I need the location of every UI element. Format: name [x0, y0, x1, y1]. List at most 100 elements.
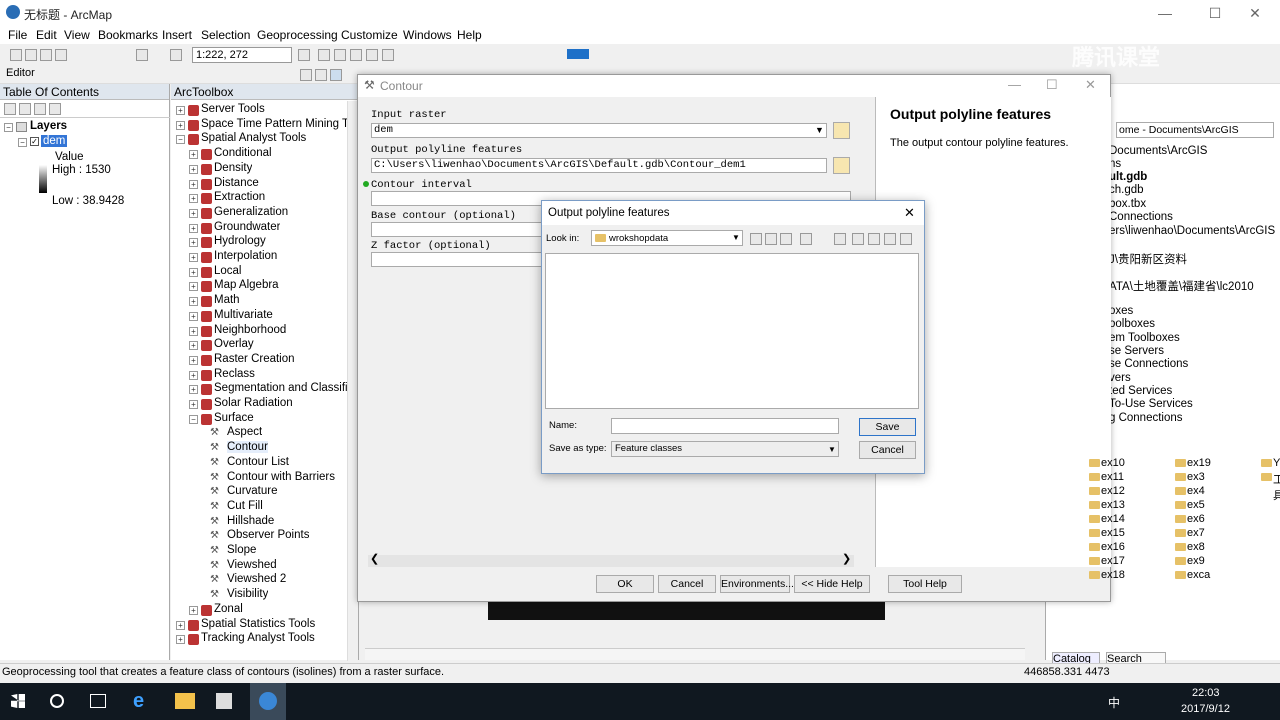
save-dialog-close-button[interactable]: ✕	[904, 205, 915, 221]
add-data-icon[interactable]	[170, 49, 182, 61]
scale-input[interactable]: 1:222, 272	[192, 47, 292, 63]
toolbox-expand-icon[interactable]: +	[189, 150, 198, 160]
folder-item[interactable]: ex15	[1101, 527, 1125, 539]
layers-label[interactable]: Layers	[30, 120, 67, 132]
start-icon[interactable]	[11, 694, 25, 708]
toolbox-expand-icon[interactable]: +	[189, 253, 198, 262]
ok-button[interactable]: OK	[596, 575, 654, 593]
folder-item[interactable]: ex10	[1101, 457, 1125, 469]
clock-date[interactable]: 2017/9/12	[1181, 703, 1230, 715]
up-folder-icon[interactable]	[750, 233, 762, 245]
catalog-item[interactable]: Connections	[1109, 211, 1173, 223]
arctoolbox-icon[interactable]	[366, 49, 378, 61]
toolbox-expand-icon[interactable]: +	[189, 370, 198, 380]
open-icon[interactable]	[25, 49, 37, 61]
toolbox-item[interactable]: Extraction	[214, 191, 265, 203]
catalog-item[interactable]: J\贵阳新区资料	[1109, 251, 1187, 267]
toolbox-item[interactable]: Aspect	[227, 426, 262, 438]
catalog-item[interactable]: ult.gdb	[1109, 171, 1147, 183]
python-icon[interactable]	[382, 49, 394, 61]
list-by-visibility-icon[interactable]	[34, 103, 46, 115]
catalog-item[interactable]: box.tbx	[1109, 198, 1146, 210]
app-icon[interactable]	[216, 693, 232, 709]
toolbox-item[interactable]: Space Time Pattern Mining To	[201, 118, 347, 130]
minimize-button[interactable]: —	[1142, 0, 1188, 26]
ie-icon[interactable]: e	[133, 691, 153, 711]
catalog-item[interactable]: g Connections	[1109, 412, 1183, 424]
toolbox-item[interactable]: Slope	[227, 544, 256, 556]
toolbox-item[interactable]: Interpolation	[214, 250, 277, 262]
home-icon[interactable]	[765, 233, 777, 245]
pan-icon[interactable]	[330, 69, 342, 81]
folder-item[interactable]: ex19	[1187, 457, 1211, 469]
menu-customize[interactable]: Customize	[341, 28, 398, 42]
catalog-item[interactable]: se Connections	[1109, 358, 1188, 370]
toolbox-expand-icon[interactable]: +	[176, 620, 185, 630]
scroll-right-icon[interactable]: ❯	[842, 552, 851, 565]
menu-insert[interactable]: Insert	[162, 28, 192, 42]
folder-item[interactable]: ex6	[1187, 513, 1205, 525]
catalog-item[interactable]: Documents\ArcGIS	[1109, 145, 1207, 157]
close-button[interactable]: ✕	[1232, 0, 1278, 26]
toolbox-item[interactable]: Solar Radiation	[214, 397, 293, 409]
toolbox-item[interactable]: Reclass	[214, 368, 255, 380]
menu-help[interactable]: Help	[457, 28, 482, 42]
browse-output-icon[interactable]	[833, 157, 850, 174]
toolbox-expand-icon[interactable]: +	[176, 106, 185, 115]
arcmap-taskbar-button[interactable]	[250, 683, 286, 720]
menu-view[interactable]: View	[64, 28, 90, 42]
toolbox-expand-icon[interactable]: +	[189, 164, 198, 174]
catalog-item[interactable]: To-Use Services	[1109, 398, 1193, 410]
new-folder-icon[interactable]	[834, 233, 846, 245]
browse-folder-icon[interactable]	[833, 122, 850, 139]
folder-item[interactable]: ex4	[1187, 485, 1205, 497]
toc-icon[interactable]	[318, 49, 330, 61]
dem-expand-icon[interactable]: −	[18, 138, 27, 147]
menu-selection[interactable]: Selection	[201, 28, 250, 42]
catalog-location-input[interactable]: ome - Documents\ArcGIS	[1116, 122, 1274, 138]
editor-menu[interactable]: Editor	[6, 67, 35, 79]
folder-item[interactable]: ex16	[1101, 541, 1125, 553]
toolbox-item[interactable]: Visibility	[227, 588, 268, 600]
map-canvas[interactable]	[488, 602, 885, 620]
toolbox-item[interactable]: Surface	[214, 412, 254, 424]
contour-maximize-button[interactable]: ☐	[1046, 77, 1058, 93]
contour-close-button[interactable]: ✕	[1085, 77, 1096, 93]
catalog-item[interactable]: se Servers	[1109, 345, 1164, 357]
toolbox-expand-icon[interactable]: +	[189, 297, 198, 307]
input-raster-select[interactable]: dem	[371, 123, 827, 138]
new-icon[interactable]	[10, 49, 22, 61]
catalog-item[interactable]: vers	[1109, 372, 1131, 384]
toolbox-expand-icon[interactable]: −	[176, 135, 185, 145]
folder-item[interactable]: exca	[1187, 569, 1210, 581]
hide-help-button[interactable]: << Hide Help	[794, 575, 870, 593]
toolbox-expand-icon[interactable]: +	[189, 341, 198, 351]
folder-item[interactable]: 工具	[1273, 471, 1280, 503]
folder-item[interactable]: Yanqifile	[1273, 457, 1280, 469]
toolbox-item[interactable]: Observer Points	[227, 529, 309, 541]
toolbox-expand-icon[interactable]: +	[189, 355, 198, 365]
folder-item[interactable]: ex12	[1101, 485, 1125, 497]
toolbox-expand-icon[interactable]: +	[189, 282, 198, 292]
toolbox-item[interactable]: Hydrology	[214, 235, 266, 247]
toolbox-item[interactable]: Neighborhood	[214, 324, 286, 336]
toolbox-item[interactable]: Cut Fill	[227, 500, 263, 512]
toolbox-item[interactable]: Map Algebra	[214, 279, 279, 291]
look-in-select[interactable]: wrokshopdata ▼	[591, 230, 743, 246]
toolbox-expand-icon[interactable]: −	[189, 414, 198, 424]
search-icon[interactable]	[50, 694, 64, 708]
toolbox-expand-icon[interactable]: +	[189, 179, 198, 189]
name-input[interactable]	[611, 418, 839, 434]
folder-item[interactable]: ex18	[1101, 569, 1125, 581]
toolbox-expand-icon[interactable]: +	[189, 223, 198, 233]
dialog-cancel-button[interactable]: Cancel	[859, 441, 916, 459]
globe-icon[interactable]	[900, 233, 912, 245]
toolbox-item[interactable]: Contour List	[227, 456, 289, 468]
toolbox-item[interactable]: Spatial Analyst Tools	[201, 132, 306, 144]
toolbox-expand-icon[interactable]: +	[189, 311, 198, 321]
toolbox-item[interactable]: Viewshed 2	[227, 573, 286, 585]
connect-folder-icon[interactable]	[780, 233, 792, 245]
folder-item[interactable]: ex14	[1101, 513, 1125, 525]
menu-edit[interactable]: Edit	[36, 28, 57, 42]
database-icon[interactable]	[868, 233, 880, 245]
